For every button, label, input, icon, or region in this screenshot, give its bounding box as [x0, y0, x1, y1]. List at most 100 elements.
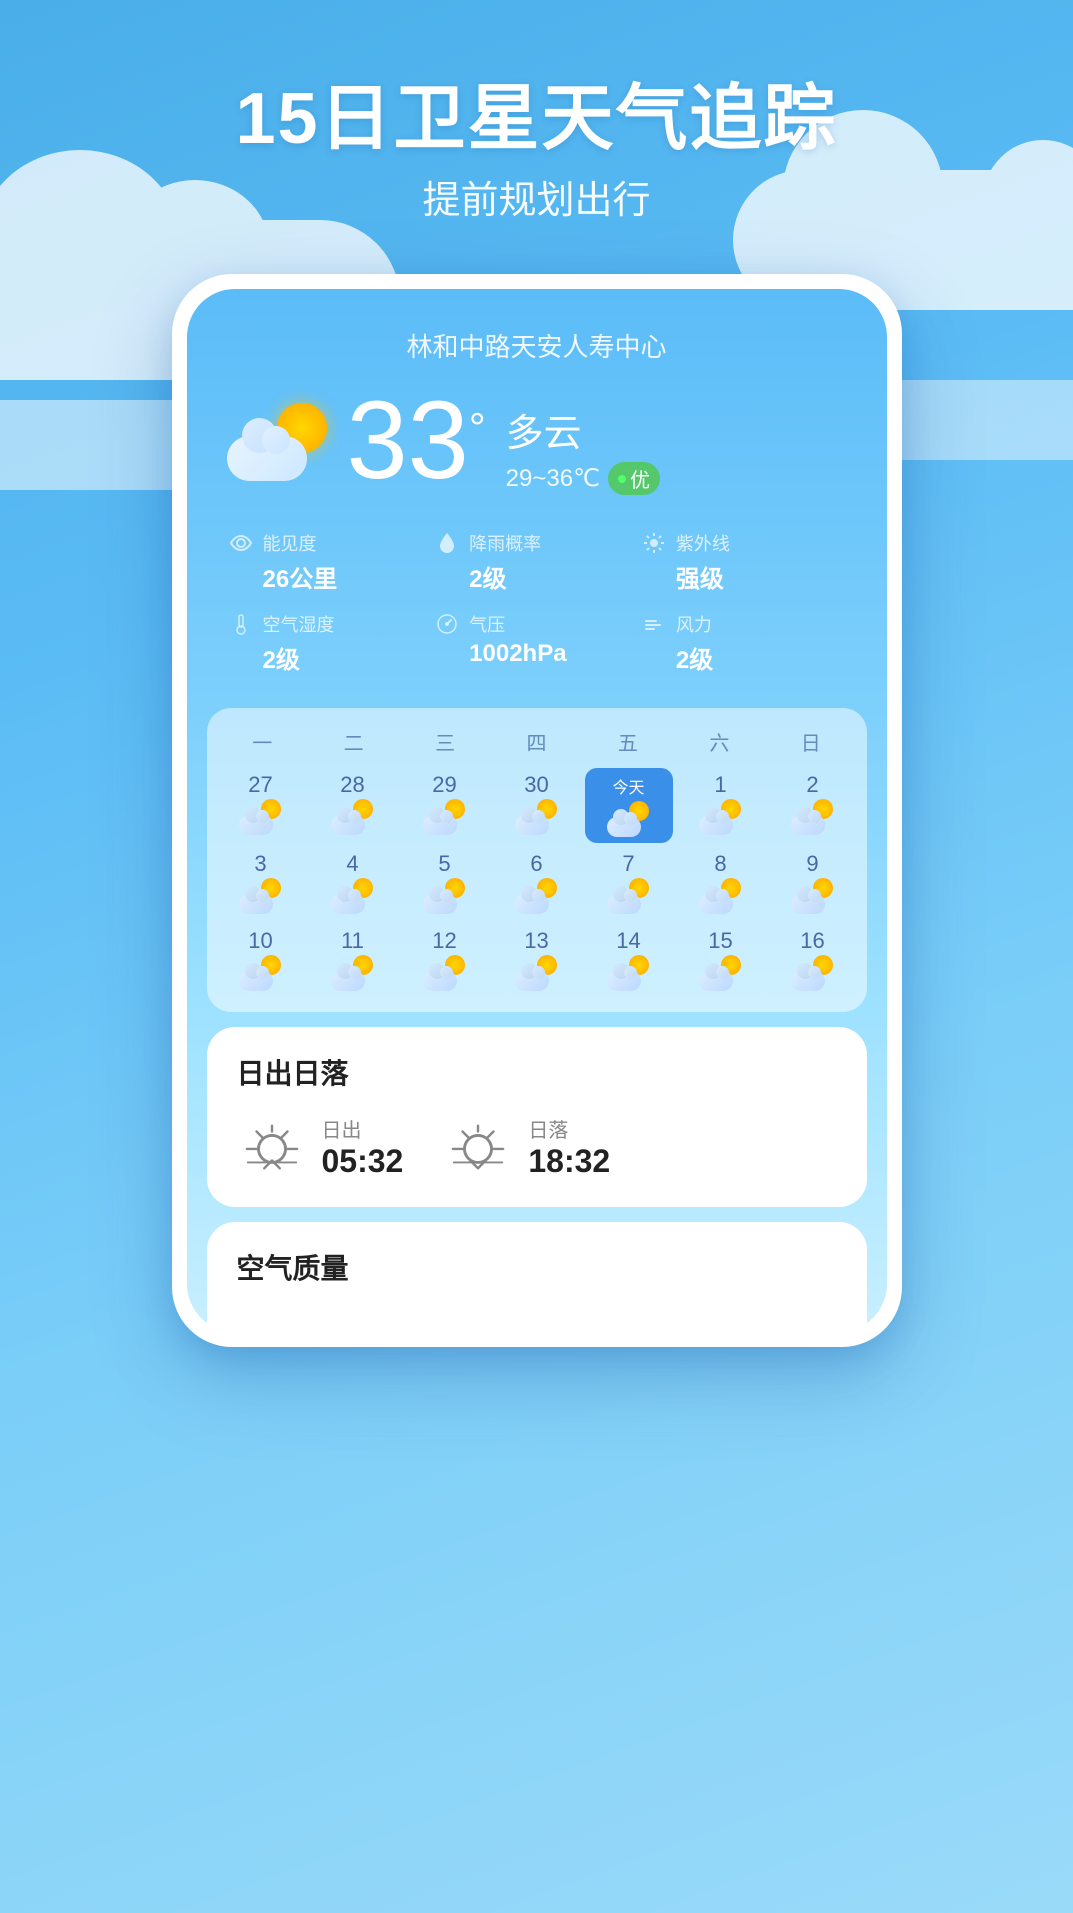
weather-icon-6 [515, 878, 559, 914]
cal-day-4[interactable]: 4 [309, 847, 397, 920]
temp-range-row: 29~36℃ 优 [506, 462, 660, 495]
sunrise-icon [243, 1118, 301, 1176]
sunset-icon [449, 1118, 507, 1176]
detail-humidity: 空气湿度 2级 [227, 602, 434, 683]
uv-value: 强级 [676, 559, 724, 594]
calendar-section: 一 二 三 四 五 六 日 27 28 [207, 708, 867, 1012]
weather-main: 33 ° 多云 29~36℃ 优 [187, 376, 887, 496]
humidity-value: 2级 [263, 640, 300, 675]
cal-day-14[interactable]: 14 [585, 924, 673, 997]
temperature-display: 33 ° [347, 386, 486, 496]
day-sun: 日 [765, 723, 856, 760]
weather-icon-4 [331, 878, 375, 914]
weather-icon-1 [699, 799, 743, 835]
sunset-info: 日落 18:32 [528, 1114, 610, 1180]
phone-mockup: 林和中路天安人寿中心 33 ° 多云 29~36℃ [172, 274, 902, 1347]
sunrise-row: 日出 05:32 [237, 1112, 837, 1182]
weather-condition: 多云 [506, 402, 660, 457]
calendar-grid: 27 28 29 30 [217, 768, 857, 997]
sunset-item: 日落 18:32 [443, 1112, 610, 1182]
detail-uv: 紫外线 强级 [640, 521, 847, 602]
temp-range-value: 29~36℃ [506, 464, 600, 493]
detail-wind: 风力 2级 [640, 602, 847, 683]
cal-day-5[interactable]: 5 [401, 847, 489, 920]
day-fri: 五 [582, 723, 673, 760]
cal-day-29[interactable]: 29 [401, 768, 489, 843]
cal-day-12[interactable]: 12 [401, 924, 489, 997]
weather-icon-14 [607, 955, 651, 991]
cloud-icon [227, 436, 307, 481]
cal-day-13[interactable]: 13 [493, 924, 581, 997]
location-text: 林和中路天安人寿中心 [406, 332, 666, 362]
weather-icon-2 [791, 799, 835, 835]
cal-day-16[interactable]: 16 [769, 924, 857, 997]
sunset-icon-wrap [443, 1112, 513, 1182]
weather-icon-7 [607, 878, 651, 914]
cal-day-30[interactable]: 30 [493, 768, 581, 843]
cal-day-7[interactable]: 7 [585, 847, 673, 920]
uv-icon [640, 529, 668, 557]
phone-frame: 林和中路天安人寿中心 33 ° 多云 29~36℃ [172, 274, 902, 1347]
sunrise-item: 日出 05:32 [237, 1112, 404, 1182]
degree-symbol: ° [469, 404, 486, 452]
cal-day-11[interactable]: 11 [309, 924, 397, 997]
weather-details-grid: 能见度 26公里 降雨概率 2级 [187, 501, 887, 703]
sunset-time: 18:32 [528, 1143, 610, 1180]
cal-day-27[interactable]: 27 [217, 768, 305, 843]
sunset-label: 日落 [528, 1114, 610, 1143]
day-sat: 六 [674, 723, 765, 760]
sunrise-icon-wrap [237, 1112, 307, 1182]
weather-icon-30 [515, 799, 559, 835]
cal-day-2[interactable]: 2 [769, 768, 857, 843]
sunrise-time: 05:32 [322, 1143, 404, 1180]
sunrise-info: 日出 05:32 [322, 1114, 404, 1180]
detail-rain: 降雨概率 2级 [433, 521, 640, 602]
air-quality-label: 优 [630, 464, 650, 493]
visibility-label: 能见度 [263, 530, 317, 556]
rain-label: 降雨概率 [469, 530, 541, 556]
cal-day-6[interactable]: 6 [493, 847, 581, 920]
visibility-value: 26公里 [263, 559, 338, 594]
weather-icon-10 [239, 955, 283, 991]
air-dot-icon [618, 475, 626, 483]
cal-day-28[interactable]: 28 [309, 768, 397, 843]
cal-day-3[interactable]: 3 [217, 847, 305, 920]
day-wed: 三 [399, 723, 490, 760]
eye-icon [227, 529, 255, 557]
location-bar: 林和中路天安人寿中心 [187, 319, 887, 376]
cal-day-15[interactable]: 15 [677, 924, 765, 997]
weather-icon-13 [515, 955, 559, 991]
weather-icon-27 [239, 799, 283, 835]
main-title: 15日卫星天气追踪 [0, 80, 1073, 159]
detail-pressure: 气压 1002hPa [433, 602, 640, 683]
weather-icon-8 [699, 878, 743, 914]
header-section: 15日卫星天气追踪 提前规划出行 [0, 0, 1073, 224]
pressure-label: 气压 [469, 611, 505, 637]
sub-title: 提前规划出行 [0, 169, 1073, 224]
cal-day-8[interactable]: 8 [677, 847, 765, 920]
cal-day-10[interactable]: 10 [217, 924, 305, 997]
day-tue: 二 [308, 723, 399, 760]
weather-icon-5 [423, 878, 467, 914]
wind-label: 风力 [676, 611, 712, 637]
weather-icon-large [227, 401, 337, 481]
wind-icon [640, 610, 668, 638]
detail-visibility: 能见度 26公里 [227, 521, 434, 602]
cal-day-1[interactable]: 1 [677, 768, 765, 843]
sunrise-sunset-card: 日出日落 [207, 1027, 867, 1207]
humidity-label: 空气湿度 [263, 611, 335, 637]
pressure-value: 1002hPa [469, 640, 566, 668]
weather-icon-12 [423, 955, 467, 991]
cal-day-9[interactable]: 9 [769, 847, 857, 920]
day-mon: 一 [217, 723, 308, 760]
thermometer-icon [227, 610, 255, 638]
wind-value: 2级 [676, 640, 713, 675]
gauge-icon [433, 610, 461, 638]
air-quality-badge: 优 [608, 462, 660, 495]
day-thu: 四 [491, 723, 582, 760]
weather-icon-15 [699, 955, 743, 991]
air-quality-title: 空气质量 [237, 1247, 837, 1287]
cal-day-today[interactable]: 今天 [585, 768, 673, 843]
weather-icon-today [607, 801, 651, 837]
weather-icon-11 [331, 955, 375, 991]
